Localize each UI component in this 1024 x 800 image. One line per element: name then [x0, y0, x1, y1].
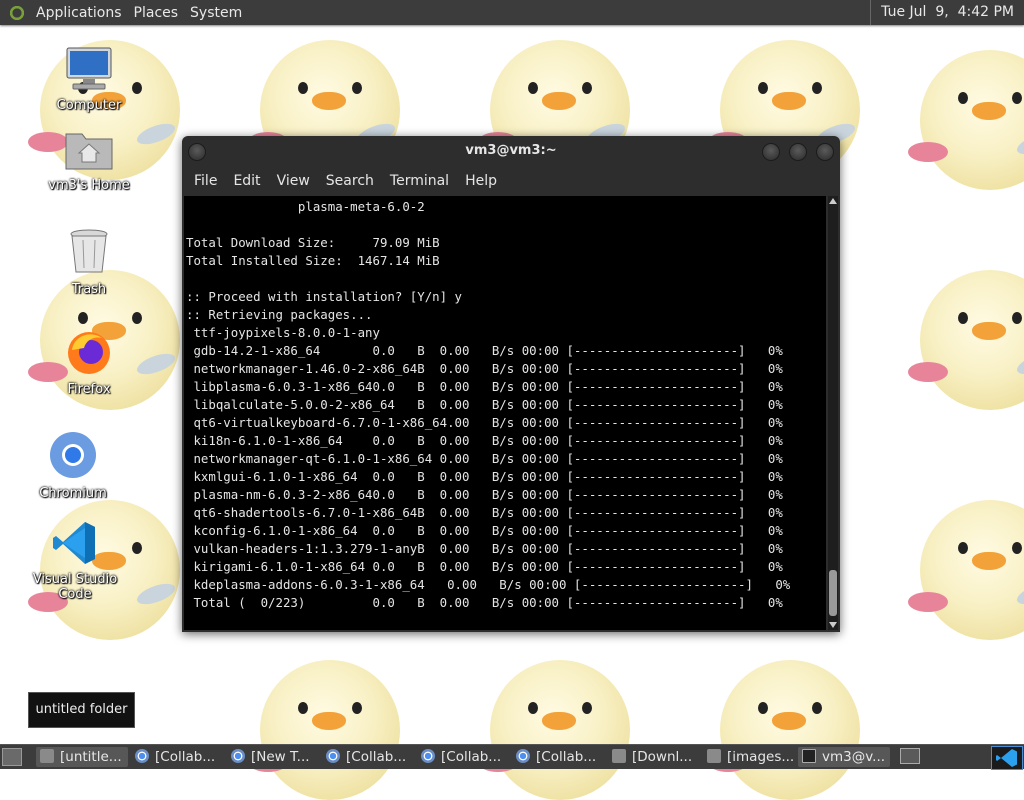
task-label: [Collab... [346, 749, 407, 765]
terminal-text: plasma-meta-6.0-2 Total Download Size: 7… [186, 199, 791, 610]
task-label: [Collab... [155, 749, 216, 765]
chromium-icon [516, 749, 530, 763]
task-button[interactable]: [untitle... [36, 747, 128, 767]
task-button[interactable]: [Collab... [417, 747, 509, 767]
terminal-icon [802, 749, 816, 763]
folder-icon [40, 749, 54, 763]
window-menu-button[interactable] [188, 143, 206, 161]
menu-system[interactable]: System [184, 5, 248, 21]
desktop-icon-label: Chromium [39, 486, 107, 501]
task-button[interactable]: [Collab... [322, 747, 414, 767]
desktop-icon-trash[interactable]: Trash [34, 228, 144, 297]
task-button[interactable]: [Collab... [131, 747, 223, 767]
desktop-icon-label: vm3's Home [48, 178, 130, 193]
computer-icon [66, 47, 112, 90]
menu-edit[interactable]: Edit [225, 173, 268, 189]
desktop-icon-vscode[interactable]: Visual Studio Code [20, 520, 130, 602]
task-label: [Downl... [632, 749, 693, 765]
show-desktop-icon[interactable] [2, 748, 22, 766]
desktop-icon-label: Firefox [67, 382, 111, 397]
chromium-icon [231, 749, 245, 763]
desktop-icon-label: Visual Studio Code [32, 572, 118, 602]
desktop-icon-computer[interactable]: Computer [34, 46, 144, 113]
wallpaper-chick [240, 640, 410, 800]
task-label: [Collab... [536, 749, 597, 765]
task-button[interactable]: [New T... [227, 747, 319, 767]
chromium-icon [326, 749, 340, 763]
task-label: [New T... [251, 749, 310, 765]
menu-view[interactable]: View [269, 173, 318, 189]
clock[interactable]: Tue Jul 9, 4:42 PM [870, 0, 1024, 25]
firefox-icon [68, 332, 110, 374]
terminal-titlebar[interactable]: vm3@vm3:~ [182, 136, 840, 166]
close-button[interactable] [816, 143, 834, 161]
task-button[interactable]: [Collab... [512, 747, 604, 767]
terminal-menubar: File Edit View Search Terminal Help [182, 166, 840, 196]
trash-icon [70, 229, 108, 273]
task-button[interactable]: [images... [703, 747, 795, 767]
wallpaper-chick [900, 250, 1024, 410]
panel-menus: Applications Places System [30, 0, 248, 25]
folder-icon [612, 749, 626, 763]
menu-places[interactable]: Places [128, 5, 185, 21]
chromium-icon [421, 749, 435, 763]
chromium-icon [135, 749, 149, 763]
terminal-window[interactable]: vm3@vm3:~ File Edit View Search Terminal… [182, 136, 840, 632]
folder-icon [707, 749, 721, 763]
distro-logo-icon[interactable] [8, 3, 26, 22]
wallpaper-chick [470, 640, 640, 800]
chromium-icon [50, 432, 96, 478]
menu-search[interactable]: Search [318, 173, 382, 189]
menu-file[interactable]: File [186, 173, 225, 189]
desktop-icon-chromium[interactable]: Chromium [18, 430, 128, 501]
scroll-up-arrow-icon[interactable] [829, 198, 837, 204]
tooltip: untitled folder [28, 692, 135, 728]
menu-help[interactable]: Help [457, 173, 505, 189]
task-label: vm3@v... [822, 749, 886, 765]
desktop-icon-home[interactable]: vm3's Home [34, 126, 144, 193]
menu-applications[interactable]: Applications [30, 5, 128, 21]
scrollbar-thumb[interactable] [829, 570, 837, 616]
task-button[interactable]: [Downl... [608, 747, 700, 767]
vscode-icon [53, 522, 95, 564]
desktop-icon-label: Trash [71, 282, 107, 297]
scroll-down-arrow-icon[interactable] [829, 622, 837, 628]
task-button[interactable]: vm3@v... [798, 747, 890, 767]
task-label: [Collab... [441, 749, 502, 765]
maximize-button[interactable] [789, 143, 807, 161]
terminal-scrollbar[interactable] [828, 196, 838, 630]
wallpaper-chick [900, 30, 1024, 190]
task-label: [untitle... [60, 749, 122, 765]
desktop-icon-firefox[interactable]: Firefox [34, 328, 144, 397]
tray-vscode-icon[interactable] [991, 746, 1023, 770]
terminal-title: vm3@vm3:~ [465, 143, 557, 158]
wallpaper-chick [700, 640, 870, 800]
terminal-output[interactable]: plasma-meta-6.0-2 Total Download Size: 7… [184, 196, 826, 630]
vscode-icon [996, 749, 1017, 767]
top-panel: Applications Places System Tue Jul 9, 4:… [0, 0, 1024, 25]
task-label: [images... [727, 749, 795, 765]
home-folder-icon [65, 133, 113, 170]
menu-terminal[interactable]: Terminal [382, 173, 457, 189]
desktop-icon-label: Computer [56, 98, 122, 113]
bottom-taskbar: [untitle... [Collab... [New T... [Collab… [0, 744, 1024, 770]
workspace-switcher[interactable] [900, 748, 920, 764]
minimize-button[interactable] [762, 143, 780, 161]
wallpaper-chick [900, 480, 1024, 640]
